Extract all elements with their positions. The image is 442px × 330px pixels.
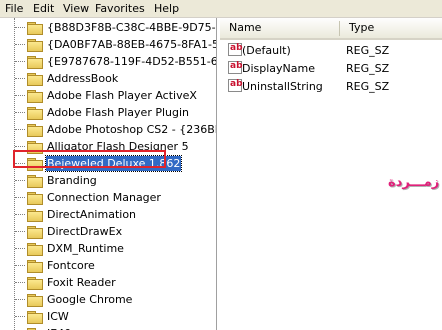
value-name: UninstallString xyxy=(242,80,323,93)
string-value-icon: ab xyxy=(228,43,243,56)
menu-bar: File Edit View Favorites Help xyxy=(0,0,442,18)
tree-item[interactable]: ICW xyxy=(0,308,216,325)
menu-edit[interactable]: Edit xyxy=(33,2,54,15)
string-value-icon: ab xyxy=(228,79,243,92)
tree-connector xyxy=(15,180,25,181)
tree-item[interactable]: IE40 xyxy=(0,325,216,330)
tree-connector xyxy=(15,197,25,198)
tree-item-label: IE40 xyxy=(46,326,72,330)
tree-connector xyxy=(15,265,25,266)
folder-icon xyxy=(27,311,43,324)
tree-item-label: Foxit Reader xyxy=(47,276,116,289)
watermark-text: زمـــردة xyxy=(388,175,440,190)
tree-connector xyxy=(15,231,25,232)
menu-favorites[interactable]: Favorites xyxy=(95,2,145,15)
tree-item[interactable]: Adobe Flash Player ActiveX xyxy=(0,87,216,104)
string-value-icon: ab xyxy=(228,61,243,74)
tree-item-label: {B88D3F8B-C38C-4BBE-9D75-B xyxy=(47,21,217,34)
tree-connector xyxy=(15,316,25,317)
menu-view[interactable]: View xyxy=(63,2,89,15)
folder-icon xyxy=(27,39,43,52)
tree-item-label: Google Chrome xyxy=(47,293,133,306)
tree-item[interactable]: AddressBook xyxy=(0,70,216,87)
tree-item-label: DirectDrawEx xyxy=(47,225,123,238)
tree-item-label: Connection Manager xyxy=(47,191,161,204)
folder-icon xyxy=(27,175,43,188)
tree-item-label: Fontcore xyxy=(47,259,95,272)
folder-icon xyxy=(27,294,43,307)
tree-item-label: DirectAnimation xyxy=(47,208,137,221)
tree-connector xyxy=(15,282,25,283)
folder-icon xyxy=(27,243,43,256)
value-row[interactable]: ab (Default) REG_SZ xyxy=(220,42,442,59)
tree-connector xyxy=(15,78,25,79)
value-name: DisplayName xyxy=(242,62,315,75)
folder-icon xyxy=(27,124,43,137)
value-type: REG_SZ xyxy=(346,80,390,93)
folder-icon xyxy=(27,209,43,222)
column-header-type[interactable]: Type xyxy=(340,18,442,40)
tree-item[interactable]: Adobe Flash Player Plugin xyxy=(0,104,216,121)
tree-connector xyxy=(15,214,25,215)
tree-item[interactable]: Foxit Reader xyxy=(0,274,216,291)
tree-item[interactable]: DirectAnimation xyxy=(0,206,216,223)
folder-icon xyxy=(27,56,43,69)
tree-item[interactable]: DXM_Runtime xyxy=(0,240,216,257)
folder-icon xyxy=(27,90,43,103)
tree-item[interactable]: Adobe Photoshop CS2 - {236BB xyxy=(0,121,216,138)
value-type: REG_SZ xyxy=(346,44,390,57)
tree-item[interactable]: Fontcore xyxy=(0,257,216,274)
tree-item-label: {E9787678-119F-4D52-B551-67 xyxy=(47,55,217,68)
tree-connector xyxy=(15,44,25,45)
registry-key-tree[interactable]: {B88D3F8B-C38C-4BBE-9D75-B {DA0BF7AB-88EB… xyxy=(0,18,217,330)
tree-item-label: ICW xyxy=(47,310,69,323)
menu-help[interactable]: Help xyxy=(154,2,179,15)
tree-connector xyxy=(15,299,25,300)
tree-item[interactable]: {DA0BF7AB-88EB-4675-8FA1-5 xyxy=(0,36,216,53)
value-row[interactable]: ab UninstallString REG_SZ xyxy=(220,78,442,95)
value-row[interactable]: ab DisplayName REG_SZ xyxy=(220,60,442,77)
registry-values-list[interactable]: Name Type ab (Default) REG_SZ ab DisplayName… xyxy=(220,18,442,330)
folder-icon xyxy=(27,226,43,239)
tree-connector xyxy=(15,95,25,96)
annotation-highlight-box xyxy=(13,150,166,168)
tree-item[interactable]: Google Chrome xyxy=(0,291,216,308)
tree-item[interactable]: {B88D3F8B-C38C-4BBE-9D75-B xyxy=(0,19,216,36)
value-name: (Default) xyxy=(242,44,291,57)
tree-connector xyxy=(15,27,25,28)
column-header-name[interactable]: Name xyxy=(220,18,340,40)
folder-icon xyxy=(27,277,43,290)
tree-item-label: Adobe Flash Player ActiveX xyxy=(47,89,197,102)
menu-file[interactable]: File xyxy=(5,2,23,15)
tree-item-label: Adobe Photoshop CS2 - {236BB xyxy=(47,123,217,136)
folder-icon xyxy=(27,192,43,205)
value-type: REG_SZ xyxy=(346,62,390,75)
tree-item-label: Adobe Flash Player Plugin xyxy=(47,106,190,119)
tree-item[interactable]: DirectDrawEx xyxy=(0,223,216,240)
tree-connector xyxy=(15,146,25,147)
tree-item[interactable]: Connection Manager xyxy=(0,189,216,206)
tree-connector xyxy=(15,61,25,62)
tree-item-label: AddressBook xyxy=(47,72,119,85)
folder-icon xyxy=(27,73,43,86)
tree-item-label: DXM_Runtime xyxy=(47,242,124,255)
folder-icon xyxy=(27,22,43,35)
tree-connector xyxy=(15,248,25,249)
tree-connector xyxy=(15,129,25,130)
tree-item[interactable]: Branding xyxy=(0,172,216,189)
folder-icon xyxy=(27,107,43,120)
tree-item-label: {DA0BF7AB-88EB-4675-8FA1-5 xyxy=(47,38,217,51)
tree-item-label: Branding xyxy=(47,174,97,187)
tree-connector xyxy=(15,112,25,113)
tree-item[interactable]: {E9787678-119F-4D52-B551-67 xyxy=(0,53,216,70)
folder-icon xyxy=(27,260,43,273)
